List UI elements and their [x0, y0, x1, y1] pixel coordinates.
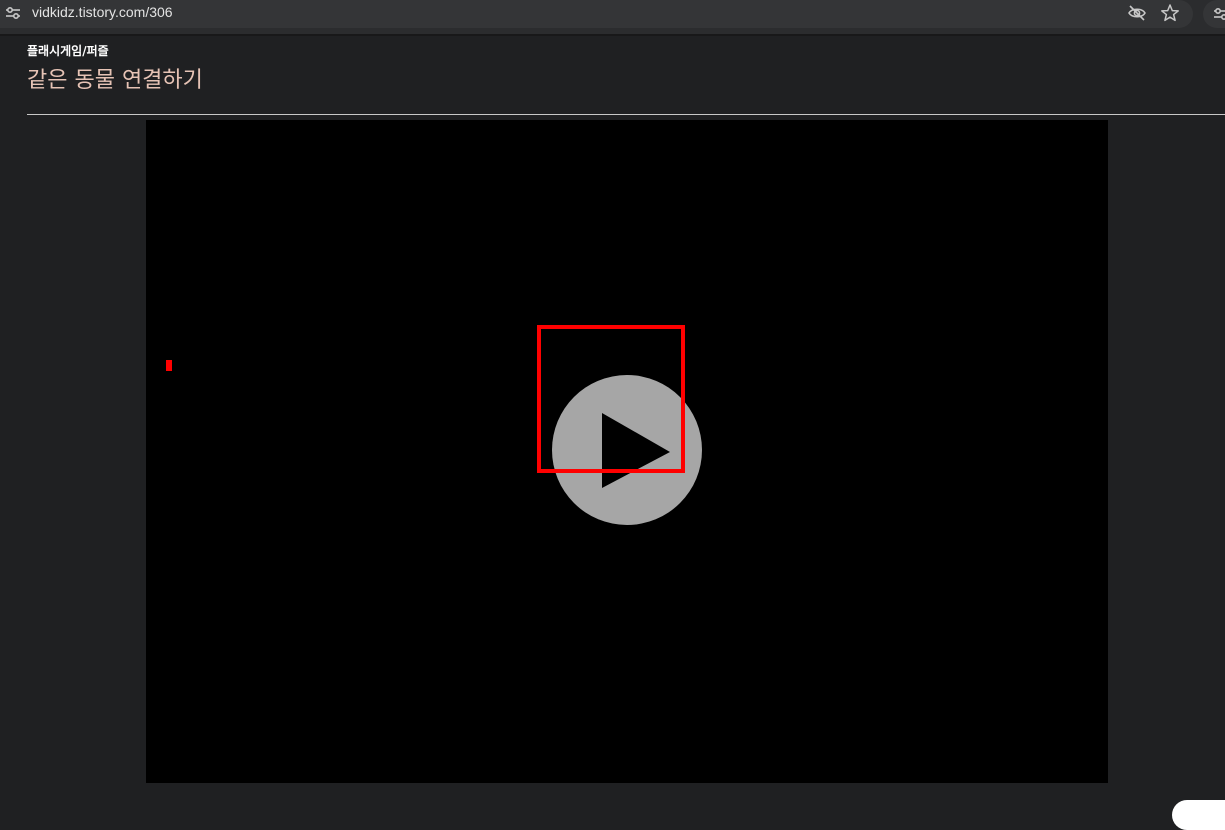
title-divider [27, 114, 1225, 115]
browser-toolbar: vidkidz.tistory.com/306 [0, 0, 1225, 34]
toolbar-shadow [0, 34, 1225, 36]
tune-icon[interactable] [4, 4, 22, 22]
address-bar[interactable]: vidkidz.tistory.com/306 [0, 0, 1193, 28]
star-icon[interactable] [1159, 2, 1181, 24]
red-marker [166, 360, 172, 371]
floating-widget[interactable] [1172, 800, 1225, 830]
play-button[interactable] [552, 375, 702, 525]
extensions-icon [1214, 7, 1225, 20]
url-text[interactable]: vidkidz.tistory.com/306 [32, 3, 173, 21]
eye-off-icon[interactable] [1126, 2, 1148, 24]
game-player[interactable] [146, 120, 1108, 783]
play-icon [602, 413, 670, 488]
post-title: 같은 동물 연결하기 [27, 68, 203, 93]
post-category-link[interactable]: 플래시게임/퍼즐 [27, 43, 109, 59]
extensions-button[interactable] [1203, 0, 1225, 28]
